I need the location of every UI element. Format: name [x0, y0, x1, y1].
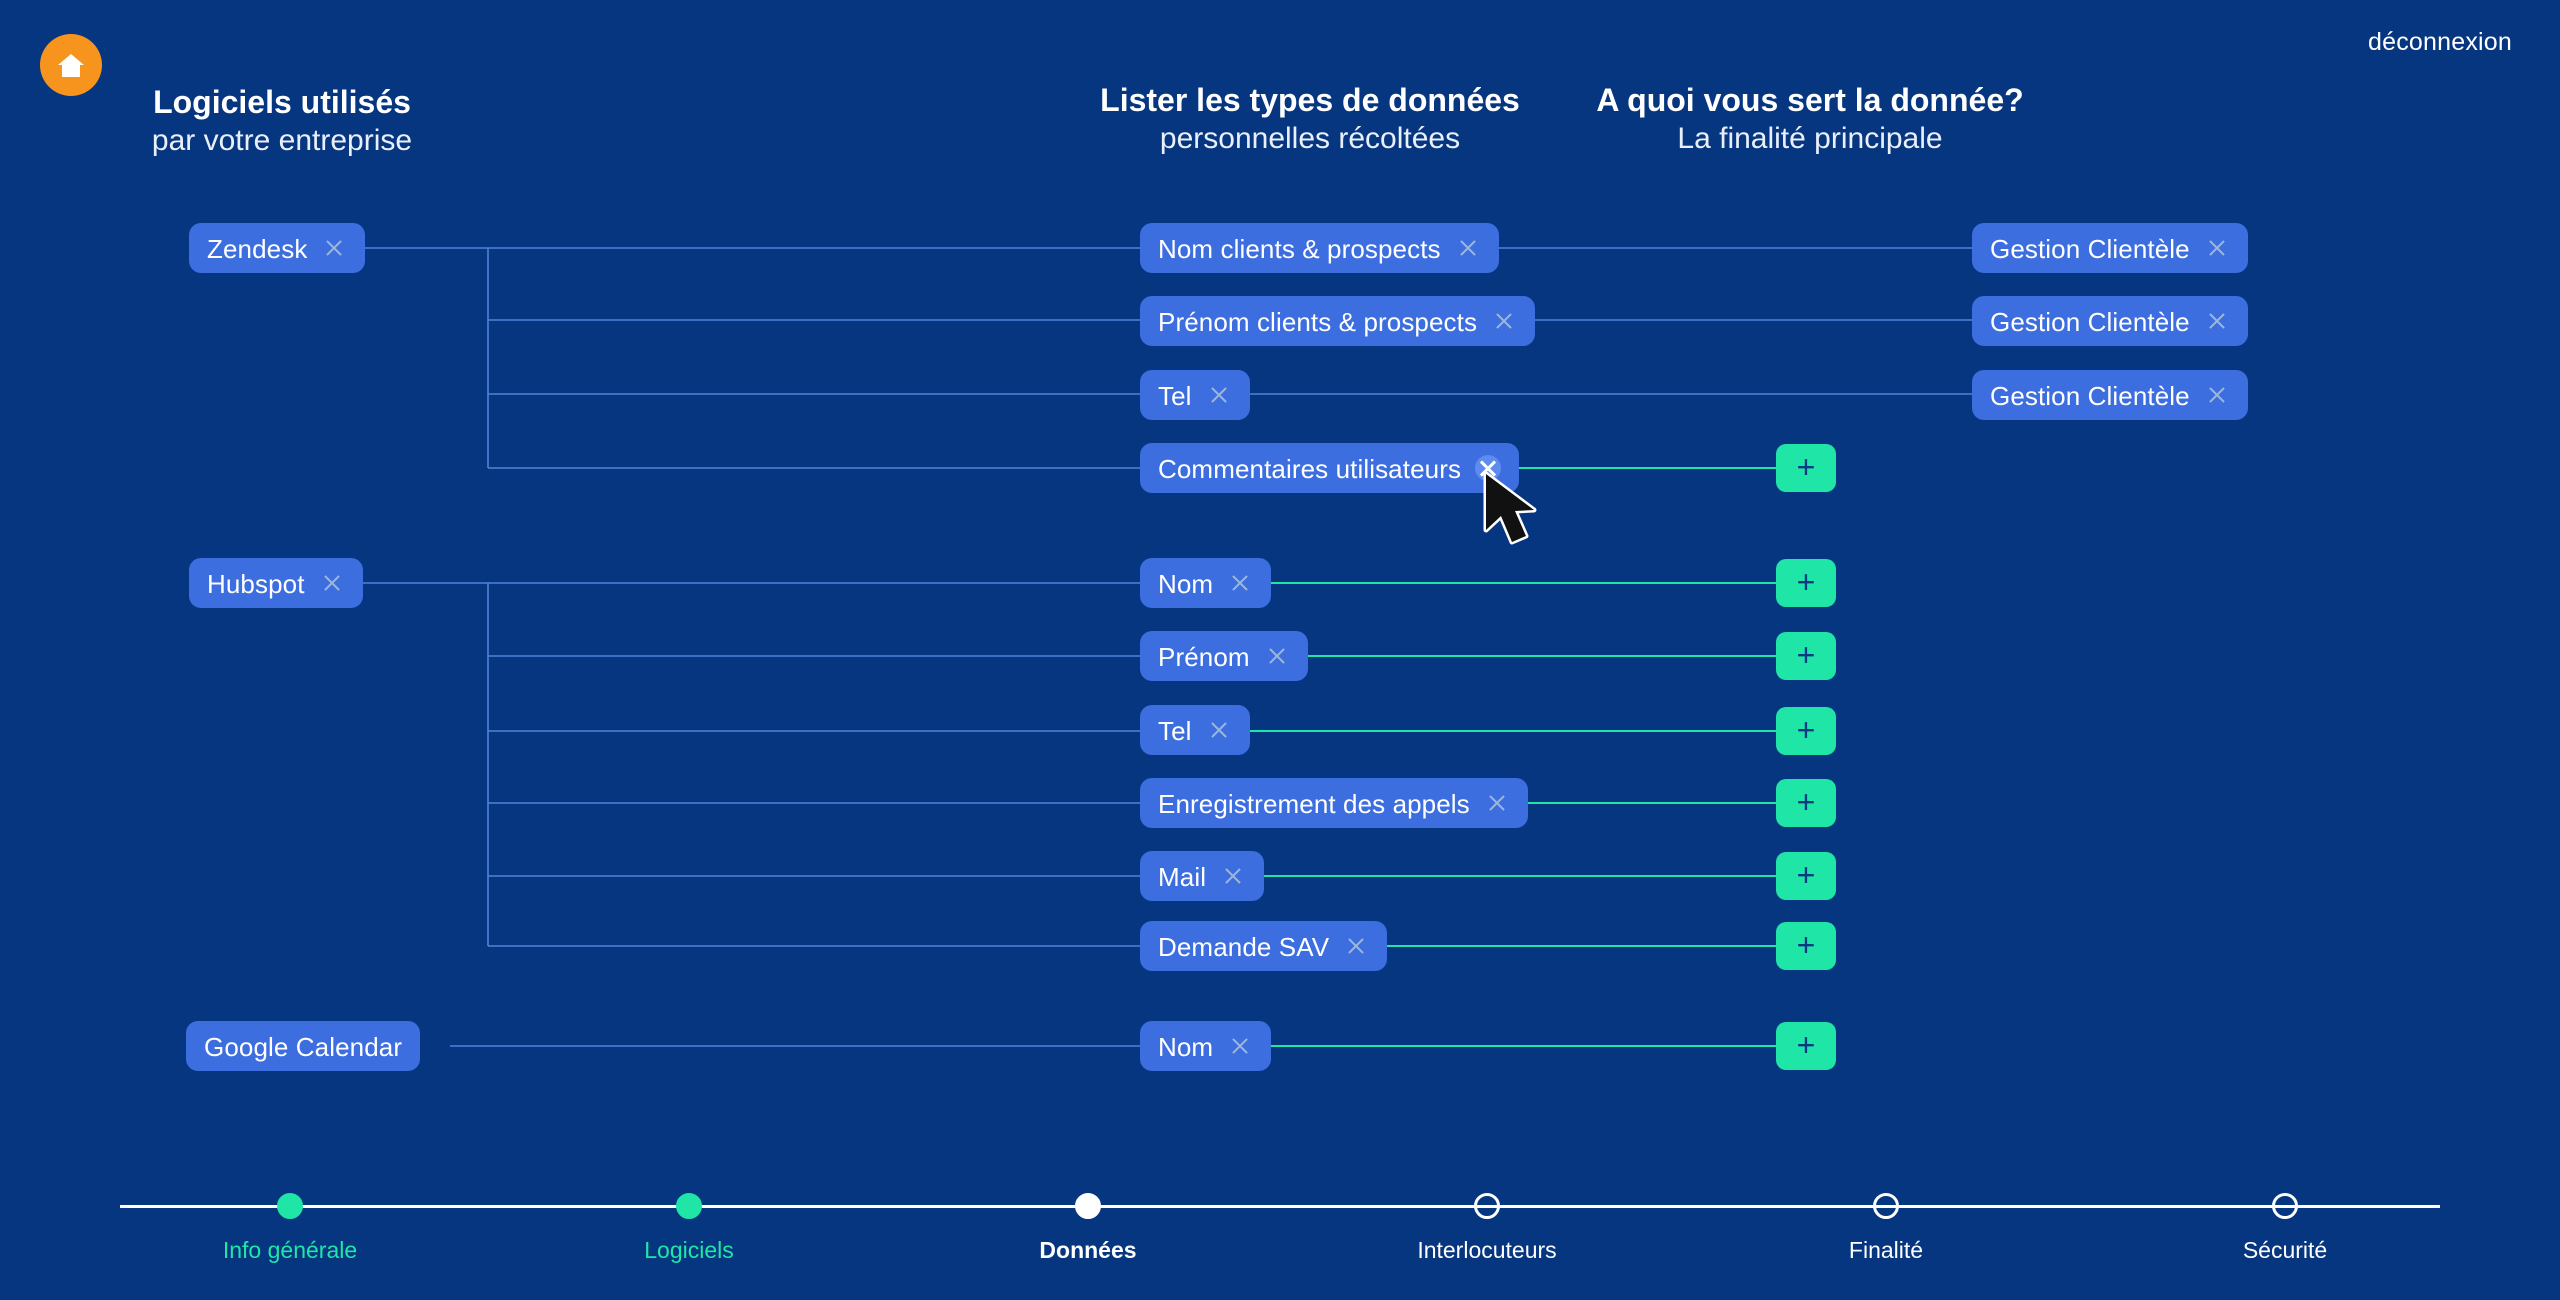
close-icon[interactable]: [2204, 308, 2230, 334]
stepper-step-securite[interactable]: Sécurité: [2135, 1190, 2435, 1264]
close-icon[interactable]: [1484, 790, 1510, 816]
step-label[interactable]: Sécurité: [2135, 1237, 2435, 1264]
step-dot[interactable]: [1474, 1193, 1500, 1219]
data-tag[interactable]: Nom clients & prospects: [1140, 223, 1499, 273]
data-tag[interactable]: Mail: [1140, 851, 1265, 901]
step-dot[interactable]: [277, 1193, 303, 1219]
data-tag-label: Nom: [1158, 569, 1214, 599]
purpose-tag[interactable]: Gestion Clientèle: [1972, 370, 2248, 420]
close-icon[interactable]: [319, 570, 345, 596]
data-tag[interactable]: Tel: [1140, 370, 1250, 420]
plus-icon: +: [1796, 856, 1816, 893]
close-icon[interactable]: [1475, 455, 1502, 481]
stepper-track: [120, 1205, 2440, 1208]
data-tag-label: Prénom: [1158, 642, 1250, 672]
data-tag-label: Prénom clients & prospects: [1158, 307, 1478, 337]
stepper-step-donnees[interactable]: Données: [938, 1190, 1238, 1264]
step-label[interactable]: Logiciels: [539, 1237, 839, 1264]
column-subtitle: La finalité principale: [1677, 122, 1943, 155]
plus-icon: +: [1796, 636, 1816, 673]
purpose-tag-label: Gestion Clientèle: [1990, 307, 2190, 337]
add-purpose-button[interactable]: +: [1776, 632, 1836, 680]
close-icon[interactable]: [1455, 235, 1481, 261]
software-tag-label: Zendesk: [207, 234, 308, 264]
plus-icon: +: [1796, 783, 1816, 820]
close-icon[interactable]: [1206, 382, 1232, 408]
close-icon[interactable]: [1227, 1033, 1253, 1059]
close-icon[interactable]: [1206, 717, 1232, 743]
data-tag[interactable]: Nom: [1140, 558, 1272, 608]
close-icon[interactable]: [1264, 643, 1290, 669]
home-icon: [56, 51, 86, 79]
close-icon[interactable]: [1343, 933, 1369, 959]
add-purpose-button[interactable]: +: [1776, 922, 1836, 970]
close-icon[interactable]: [1491, 308, 1517, 334]
add-purpose-button[interactable]: +: [1776, 779, 1836, 827]
close-icon[interactable]: [1220, 863, 1246, 889]
close-icon[interactable]: [2204, 382, 2230, 408]
add-purpose-button[interactable]: +: [1776, 444, 1836, 492]
software-tag[interactable]: Zendesk: [189, 223, 366, 273]
step-dot[interactable]: [1075, 1193, 1101, 1219]
column-header-purpose: A quoi vous sert la donnée? La finalité …: [1500, 80, 2120, 158]
data-tag[interactable]: Tel: [1140, 705, 1250, 755]
close-icon[interactable]: [321, 235, 347, 261]
data-tag-label: Nom clients & prospects: [1158, 234, 1441, 264]
data-tag-label: Nom: [1158, 1032, 1214, 1062]
data-tag-label: Mail: [1158, 862, 1207, 892]
step-dot[interactable]: [2272, 1193, 2298, 1219]
plus-icon: +: [1796, 563, 1816, 600]
data-tag-label: Enregistrement des appels: [1158, 789, 1470, 819]
data-tag[interactable]: Commentaires utilisateurs: [1140, 443, 1520, 493]
step-label[interactable]: Interlocuteurs: [1337, 1237, 1637, 1264]
close-icon[interactable]: [1227, 570, 1253, 596]
step-dot[interactable]: [676, 1193, 702, 1219]
software-tag[interactable]: Hubspot: [189, 558, 363, 608]
data-tag-label: Tel: [1158, 381, 1192, 411]
stepper-step-logiciels[interactable]: Logiciels: [539, 1190, 839, 1264]
logout-link[interactable]: déconnexion: [2368, 28, 2512, 57]
add-purpose-button[interactable]: +: [1776, 559, 1836, 607]
plus-icon: +: [1796, 448, 1816, 485]
column-subtitle: par votre entreprise: [151, 124, 413, 157]
step-label[interactable]: Finalité: [1736, 1237, 2036, 1264]
plus-icon: +: [1796, 1026, 1816, 1063]
stepper-step-interlocuteurs[interactable]: Interlocuteurs: [1337, 1190, 1637, 1264]
purpose-tag[interactable]: Gestion Clientèle: [1972, 223, 2248, 273]
app-canvas: déconnexion Logiciels utilisés par votre…: [0, 0, 2560, 1300]
data-tag[interactable]: Demande SAV: [1140, 921, 1388, 971]
add-purpose-button[interactable]: +: [1776, 852, 1836, 900]
add-purpose-button[interactable]: +: [1776, 707, 1836, 755]
data-tag[interactable]: Nom: [1140, 1021, 1272, 1071]
close-icon[interactable]: [2204, 235, 2230, 261]
purpose-tag-label: Gestion Clientèle: [1990, 381, 2190, 411]
software-tag-label: Google Calendar: [204, 1032, 403, 1062]
column-title: A quoi vous sert la donnée?: [1596, 82, 2024, 118]
progress-stepper: Info générale Logiciels Données Interloc…: [0, 1190, 2560, 1300]
column-header-software: Logiciels utilisés par votre entreprise: [0, 82, 592, 160]
data-tag-label: Demande SAV: [1158, 932, 1330, 962]
data-tag-label: Commentaires utilisateurs: [1158, 454, 1462, 484]
stepper-step-finalite[interactable]: Finalité: [1736, 1190, 2036, 1264]
purpose-tag-label: Gestion Clientèle: [1990, 234, 2190, 264]
data-tag[interactable]: Prénom clients & prospects: [1140, 296, 1536, 346]
plus-icon: +: [1796, 711, 1816, 748]
data-tag[interactable]: Prénom: [1140, 631, 1308, 681]
software-tag[interactable]: Google Calendar: [186, 1021, 421, 1071]
add-purpose-button[interactable]: +: [1776, 1022, 1836, 1070]
data-tag-label: Tel: [1158, 716, 1192, 746]
data-tag[interactable]: Enregistrement des appels: [1140, 778, 1528, 828]
step-label[interactable]: Info générale: [140, 1237, 440, 1264]
purpose-tag[interactable]: Gestion Clientèle: [1972, 296, 2248, 346]
plus-icon: +: [1796, 926, 1816, 963]
step-dot[interactable]: [1873, 1193, 1899, 1219]
column-title: Logiciels utilisés: [153, 84, 411, 120]
software-tag-label: Hubspot: [207, 569, 305, 599]
step-label[interactable]: Données: [938, 1237, 1238, 1264]
stepper-step-info-generale[interactable]: Info générale: [140, 1190, 440, 1264]
